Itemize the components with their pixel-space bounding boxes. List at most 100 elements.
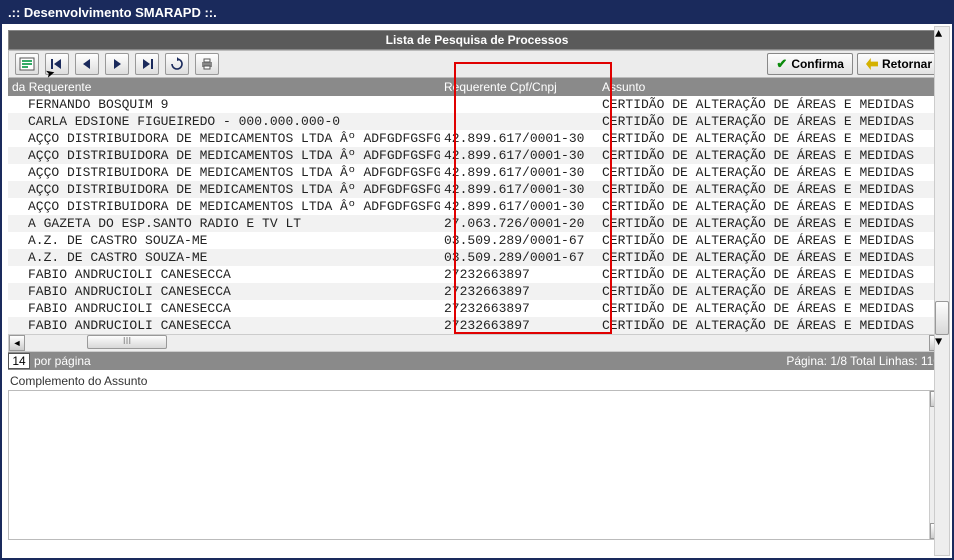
content-area: Lista de Pesquisa de Processos: [2, 24, 952, 546]
table-row[interactable]: A GAZETA DO ESP.SANTO RADIO E TV LT27.06…: [8, 215, 946, 232]
return-label: Retornar: [882, 57, 932, 71]
cell-assunto: CERTIDÃO DE ALTERAÇÃO DE ÁREAS E MEDIDAS: [598, 301, 946, 316]
window-title: .:: Desenvolvimento SMARAPD ::.: [8, 5, 217, 20]
cell-requerente: FABIO ANDRUCIOLI CANESECCA: [8, 267, 440, 282]
cell-assunto: CERTIDÃO DE ALTERAÇÃO DE ÁREAS E MEDIDAS: [598, 148, 946, 163]
cell-assunto: CERTIDÃO DE ALTERAÇÃO DE ÁREAS E MEDIDAS: [598, 250, 946, 265]
print-icon: [200, 58, 214, 70]
outer-vertical-scrollbar[interactable]: ▲ ▼: [934, 26, 950, 556]
col-header-requerente-label: Requerente: [29, 80, 92, 94]
cell-assunto: CERTIDÃO DE ALTERAÇÃO DE ÁREAS E MEDIDAS: [598, 97, 946, 112]
cell-cpf: 27232663897: [440, 318, 598, 333]
last-icon: [141, 59, 153, 69]
nav-next-button[interactable]: [105, 53, 129, 75]
panel-title: Lista de Pesquisa de Processos: [8, 30, 946, 50]
cell-assunto: CERTIDÃO DE ALTERAÇÃO DE ÁREAS E MEDIDAS: [598, 114, 946, 129]
confirm-button[interactable]: ✔ Confirma: [767, 53, 853, 75]
cell-cpf: 03.509.289/0001-67: [440, 250, 598, 265]
toolbar: ✔ Confirma Retornar: [8, 50, 946, 78]
paging-info: Página: 1/8 Total Linhas: 110: [786, 354, 946, 368]
hscroll-left-arrow[interactable]: ◄: [9, 335, 25, 351]
cell-cpf: 42.899.617/0001-30: [440, 182, 598, 197]
hscroll-track[interactable]: III: [25, 335, 929, 351]
table-row[interactable]: FERNANDO BOSQUIM 9CERTIDÃO DE ALTERAÇÃO …: [8, 96, 946, 113]
table-row[interactable]: FABIO ANDRUCIOLI CANESECCA27232663897CER…: [8, 317, 946, 334]
outer-vscroll-up[interactable]: ▲: [935, 27, 949, 41]
rows-per-page-label: por página: [34, 354, 91, 368]
table-header: da Requerente Requerente Cpf/Cnpj Assunt…: [8, 78, 946, 96]
refresh-button[interactable]: [165, 53, 189, 75]
cell-requerente: FABIO ANDRUCIOLI CANESECCA: [8, 318, 440, 333]
cell-requerente: AÇÇO DISTRIBUIDORA DE MEDICAMENTOS LTDA …: [8, 131, 440, 146]
titlebar: .:: Desenvolvimento SMARAPD ::.: [2, 2, 952, 24]
cell-cpf: 27.063.726/0001-20: [440, 216, 598, 231]
table-row[interactable]: AÇÇO DISTRIBUIDORA DE MEDICAMENTOS LTDA …: [8, 147, 946, 164]
table-row[interactable]: AÇÇO DISTRIBUIDORA DE MEDICAMENTOS LTDA …: [8, 164, 946, 181]
cell-cpf: 42.899.617/0001-30: [440, 199, 598, 214]
table-row[interactable]: A.Z. DE CASTRO SOUZA-ME03.509.289/0001-6…: [8, 232, 946, 249]
app-window: .:: Desenvolvimento SMARAPD ::. Lista de…: [0, 0, 954, 560]
cell-requerente: A.Z. DE CASTRO SOUZA-ME: [8, 250, 440, 265]
table-row[interactable]: AÇÇO DISTRIBUIDORA DE MEDICAMENTOS LTDA …: [8, 181, 946, 198]
rows-per-page-input[interactable]: [8, 353, 30, 369]
first-icon: [51, 59, 63, 69]
cell-requerente: FABIO ANDRUCIOLI CANESECCA: [8, 284, 440, 299]
cell-requerente: A.Z. DE CASTRO SOUZA-ME: [8, 233, 440, 248]
cell-assunto: CERTIDÃO DE ALTERAÇÃO DE ÁREAS E MEDIDAS: [598, 165, 946, 180]
col-header-prefix: da: [12, 80, 25, 94]
cell-assunto: CERTIDÃO DE ALTERAÇÃO DE ÁREAS E MEDIDAS: [598, 216, 946, 231]
table-row[interactable]: FABIO ANDRUCIOLI CANESECCA27232663897CER…: [8, 300, 946, 317]
cell-requerente: AÇÇO DISTRIBUIDORA DE MEDICAMENTOS LTDA …: [8, 148, 440, 163]
cell-requerente: CARLA EDSIONE FIGUEIREDO - 000.000.000-0: [8, 114, 440, 129]
table-body: FERNANDO BOSQUIM 9CERTIDÃO DE ALTERAÇÃO …: [8, 96, 946, 334]
prev-icon: [82, 59, 92, 69]
horizontal-scrollbar[interactable]: ◄ III ►: [8, 334, 946, 352]
table-row[interactable]: AÇÇO DISTRIBUIDORA DE MEDICAMENTOS LTDA …: [8, 198, 946, 215]
nav-prev-button[interactable]: [75, 53, 99, 75]
return-arrow-icon: [866, 58, 878, 70]
outer-vscroll-thumb[interactable]: [935, 301, 949, 335]
cell-requerente: AÇÇO DISTRIBUIDORA DE MEDICAMENTOS LTDA …: [8, 165, 440, 180]
panel-title-text: Lista de Pesquisa de Processos: [386, 33, 569, 47]
cell-assunto: CERTIDÃO DE ALTERAÇÃO DE ÁREAS E MEDIDAS: [598, 131, 946, 146]
cell-assunto: CERTIDÃO DE ALTERAÇÃO DE ÁREAS E MEDIDAS: [598, 284, 946, 299]
cell-assunto: CERTIDÃO DE ALTERAÇÃO DE ÁREAS E MEDIDAS: [598, 199, 946, 214]
cell-assunto: CERTIDÃO DE ALTERAÇÃO DE ÁREAS E MEDIDAS: [598, 182, 946, 197]
hscroll-thumb[interactable]: III: [87, 335, 167, 349]
cell-cpf: 42.899.617/0001-30: [440, 165, 598, 180]
complement-label: Complemento do Assunto: [8, 370, 946, 390]
sql-button[interactable]: [15, 53, 39, 75]
table-row[interactable]: FABIO ANDRUCIOLI CANESECCA27232663897CER…: [8, 266, 946, 283]
cell-cpf: 27232663897: [440, 301, 598, 316]
outer-vscroll-track[interactable]: [935, 41, 949, 335]
complement-textarea[interactable]: ▲ ▼: [8, 390, 946, 540]
col-header-assunto[interactable]: Assunto: [598, 80, 946, 94]
print-button[interactable]: [195, 53, 219, 75]
cell-requerente: FABIO ANDRUCIOLI CANESECCA: [8, 301, 440, 316]
return-button[interactable]: Retornar: [857, 53, 941, 75]
cell-requerente: A GAZETA DO ESP.SANTO RADIO E TV LT: [8, 216, 440, 231]
cell-cpf: 42.899.617/0001-30: [440, 131, 598, 146]
cell-requerente: AÇÇO DISTRIBUIDORA DE MEDICAMENTOS LTDA …: [8, 182, 440, 197]
table-row[interactable]: AÇÇO DISTRIBUIDORA DE MEDICAMENTOS LTDA …: [8, 130, 946, 147]
cell-assunto: CERTIDÃO DE ALTERAÇÃO DE ÁREAS E MEDIDAS: [598, 233, 946, 248]
nav-last-button[interactable]: [135, 53, 159, 75]
outer-vscroll-down[interactable]: ▼: [935, 335, 949, 349]
cell-cpf: 42.899.617/0001-30: [440, 148, 598, 163]
cell-requerente: AÇÇO DISTRIBUIDORA DE MEDICAMENTOS LTDA …: [8, 199, 440, 214]
refresh-icon: [170, 57, 184, 71]
table-row[interactable]: FABIO ANDRUCIOLI CANESECCA27232663897CER…: [8, 283, 946, 300]
next-icon: [112, 59, 122, 69]
sql-icon: [19, 57, 35, 71]
check-icon: ✔: [776, 56, 787, 72]
cell-assunto: CERTIDÃO DE ALTERAÇÃO DE ÁREAS E MEDIDAS: [598, 267, 946, 282]
nav-first-button[interactable]: [45, 53, 69, 75]
cell-cpf: 27232663897: [440, 284, 598, 299]
cell-cpf: 27232663897: [440, 267, 598, 282]
col-header-cpf[interactable]: Requerente Cpf/Cnpj: [440, 80, 598, 94]
table-row[interactable]: A.Z. DE CASTRO SOUZA-ME03.509.289/0001-6…: [8, 249, 946, 266]
col-header-requerente[interactable]: da Requerente: [8, 80, 440, 94]
cell-cpf: 03.509.289/0001-67: [440, 233, 598, 248]
table-row[interactable]: CARLA EDSIONE FIGUEIREDO - 000.000.000-0…: [8, 113, 946, 130]
cell-assunto: CERTIDÃO DE ALTERAÇÃO DE ÁREAS E MEDIDAS: [598, 318, 946, 333]
